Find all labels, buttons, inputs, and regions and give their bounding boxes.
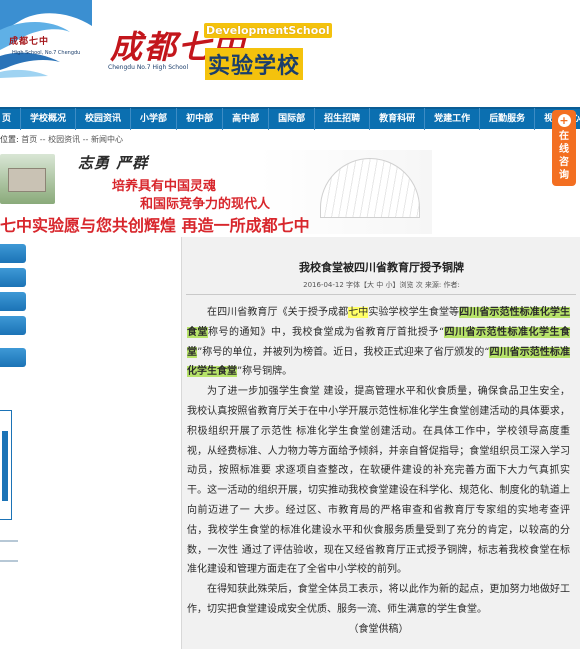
sidebar-divider	[0, 560, 18, 562]
banner-line2: 和国际竞争力的现代人	[140, 197, 271, 212]
nav-item-home[interactable]: 页	[0, 108, 20, 130]
article-meta: 2016-04-12 字体【大 中 小】浏览 次 来源: 作者:	[303, 281, 460, 289]
consult-char: 询	[559, 170, 569, 181]
article-paragraph: 在得知获此殊荣后，食堂全体员工表示，将以此作为新的起点，更加努力地做好工作，切实…	[187, 584, 570, 615]
nav-item-about[interactable]: 学校概况	[20, 108, 75, 130]
nav-item-party[interactable]: 党建工作	[424, 108, 479, 130]
nav-item-logistics[interactable]: 后勤服务	[479, 108, 534, 130]
sidebar-menu-item[interactable]	[0, 268, 26, 287]
article-paragraph: 为了进一步加强学生食堂 建设，提高管理水平和伙食质量，确保食品卫生安全，我校认真…	[187, 386, 570, 576]
consult-char: 在	[559, 131, 569, 142]
breadcrumb-path[interactable]: 首页 -- 校园资讯 -- 新闻中心	[21, 135, 123, 144]
banner-slogan: 七中实验愿与您共创辉煌 再造一所成都七中	[0, 216, 310, 234]
school-english-name: Chengdu No.7 High School	[108, 64, 189, 71]
article-signature: （食堂供稿）	[348, 623, 409, 635]
article-paragraph: 在四川省教育厅《关于授予成都七中实验学校学生食堂等四川省示范性标准化学生食堂称号…	[187, 307, 571, 378]
development-school-label: DevelopmentSchool	[204, 23, 332, 38]
nav-item-junior[interactable]: 初中部	[176, 108, 222, 130]
campus-photo	[0, 154, 55, 204]
logo-subtext: High School, No.7 Chengdu	[12, 50, 81, 56]
article-panel: 我校食堂被四川省教育厅授予铜牌 2016-04-12 字体【大 中 小】浏览 次…	[181, 237, 580, 649]
sidebar-menu-item[interactable]	[0, 244, 26, 263]
main-nav: 页 学校概况 校园资讯 小学部 初中部 高中部 国际部 招生招聘 教育科研 党建…	[0, 107, 580, 130]
article-title: 我校食堂被四川省教育厅授予铜牌	[299, 261, 464, 274]
experimental-school-label: 实验学校	[205, 48, 304, 80]
highlight-yellow: 七中	[348, 307, 369, 318]
page-root: 成都七中 High School, No.7 Chengdu 成都七中 Chen…	[0, 0, 580, 649]
breadcrumb-label: 位置:	[0, 135, 19, 144]
plus-icon: +	[557, 114, 571, 127]
article-body: 在四川省教育厅《关于授予成都七中实验学校学生食堂等四川省示范性标准化学生食堂称号…	[187, 303, 571, 640]
nav-item-admissions[interactable]: 招生招聘	[314, 108, 369, 130]
sidebar-menu-item[interactable]	[0, 316, 26, 335]
nav-item-research[interactable]: 教育科研	[369, 108, 424, 130]
folding-fan-graphic	[320, 158, 420, 218]
sidebar-divider	[0, 540, 18, 542]
nav-item-primary[interactable]: 小学部	[130, 108, 176, 130]
nav-item-international[interactable]: 国际部	[268, 108, 314, 130]
banner-line1: 培养具有中国灵魂	[112, 179, 217, 194]
banner-motto: 志勇 严群	[78, 154, 149, 172]
consult-char: 咨	[559, 157, 569, 168]
nav-item-news[interactable]: 校园资讯	[75, 108, 130, 130]
article-divider	[186, 294, 576, 295]
consult-char: 线	[559, 144, 569, 155]
sidebar-panel	[0, 410, 12, 520]
nav-item-senior[interactable]: 高中部	[222, 108, 268, 130]
promo-banner[interactable]: 志勇 严群 培养具有中国灵魂 和国际竞争力的现代人 七中实验愿与您共创辉煌 再造…	[0, 150, 432, 234]
site-header: 成都七中 High School, No.7 Chengdu 成都七中 Chen…	[0, 0, 580, 107]
breadcrumb: 位置: 首页 -- 校园资讯 -- 新闻中心	[0, 131, 540, 149]
sidebar-menu-item[interactable]	[0, 348, 26, 367]
online-consult-button[interactable]: + 在 线 咨 询	[552, 110, 576, 186]
logo-text: 成都七中	[9, 37, 50, 47]
sidebar-menu-item[interactable]	[0, 292, 26, 311]
